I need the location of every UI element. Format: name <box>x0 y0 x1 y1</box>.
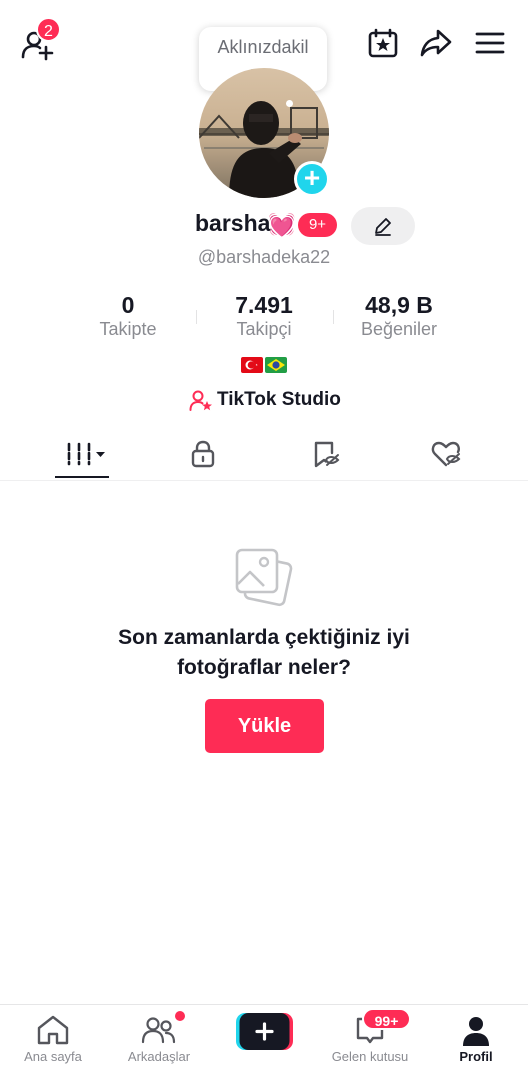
nav-home[interactable]: Ana sayfa <box>14 1005 92 1080</box>
friends-notification-dot <box>175 1011 185 1021</box>
following-label[interactable]: Takipte <box>88 319 168 340</box>
photos-icon <box>234 546 294 608</box>
profile-icon <box>463 1017 489 1046</box>
nav-friends-label: Arkadaşlar <box>127 1049 191 1064</box>
nav-profile[interactable]: Profil <box>440 1005 512 1080</box>
create-button[interactable] <box>236 1013 293 1050</box>
empty-state-line1: Son zamanlarda çektiğiniz iyi <box>118 626 410 649</box>
edit-profile-button[interactable] <box>351 207 415 245</box>
tab-saved[interactable] <box>296 440 356 468</box>
calendar-star-icon[interactable] <box>367 27 399 59</box>
tab-videos[interactable] <box>57 440 117 468</box>
plus-icon <box>236 1013 293 1050</box>
bookmark-hidden-icon <box>314 441 340 468</box>
nav-profile-label: Profil <box>459 1049 493 1064</box>
inbox-badge: 99+ <box>362 1008 411 1030</box>
tab-liked[interactable] <box>416 440 476 468</box>
name-emoji: 💓 <box>268 212 296 237</box>
friend-request-badge: 2 <box>36 17 61 42</box>
nav-inbox-label: Gelen kutusu <box>331 1049 409 1064</box>
friends-icon <box>141 1017 176 1044</box>
menu-icon[interactable] <box>474 30 506 56</box>
upload-button[interactable]: Yükle <box>205 699 324 753</box>
grid-icon <box>67 442 105 466</box>
home-icon <box>37 1015 69 1045</box>
likes-count[interactable]: 48,9 B <box>349 292 449 319</box>
username: @barshadeka22 <box>197 247 331 267</box>
studio-icon[interactable] <box>189 389 213 413</box>
pencil-icon <box>375 218 391 236</box>
bubble-text-line1: Aklınızdakil <box>217 37 309 57</box>
heart-hidden-icon <box>431 441 461 467</box>
followers-label[interactable]: Takipçi <box>214 319 314 340</box>
empty-state-line2: fotoğraflar neler? <box>177 656 351 679</box>
stat-divider <box>196 310 197 324</box>
share-icon[interactable] <box>419 28 453 58</box>
nav-home-label: Ana sayfa <box>24 1049 82 1064</box>
followers-count[interactable]: 7.491 <box>214 292 314 319</box>
tab-divider <box>0 480 528 481</box>
tab-active-indicator <box>55 476 109 478</box>
following-count[interactable]: 0 <box>88 292 168 319</box>
nav-friends[interactable]: Arkadaşlar <box>118 1005 200 1080</box>
bubble-tail <box>286 100 293 107</box>
lock-icon <box>191 440 215 468</box>
tab-private[interactable] <box>173 440 233 468</box>
stat-divider <box>333 310 334 324</box>
display-name: barsha <box>195 210 271 236</box>
add-avatar-button[interactable]: + <box>294 161 330 197</box>
likes-label[interactable]: Beğeniler <box>349 319 449 340</box>
empty-state-message: Son zamanlarda çektiğiniz iyi fotoğrafla… <box>0 623 528 683</box>
studio-label[interactable]: TikTok Studio <box>217 389 341 411</box>
bio-flags: 🇹🇷🇧🇷 <box>241 356 287 374</box>
name-badge[interactable]: 9+ <box>298 213 337 237</box>
